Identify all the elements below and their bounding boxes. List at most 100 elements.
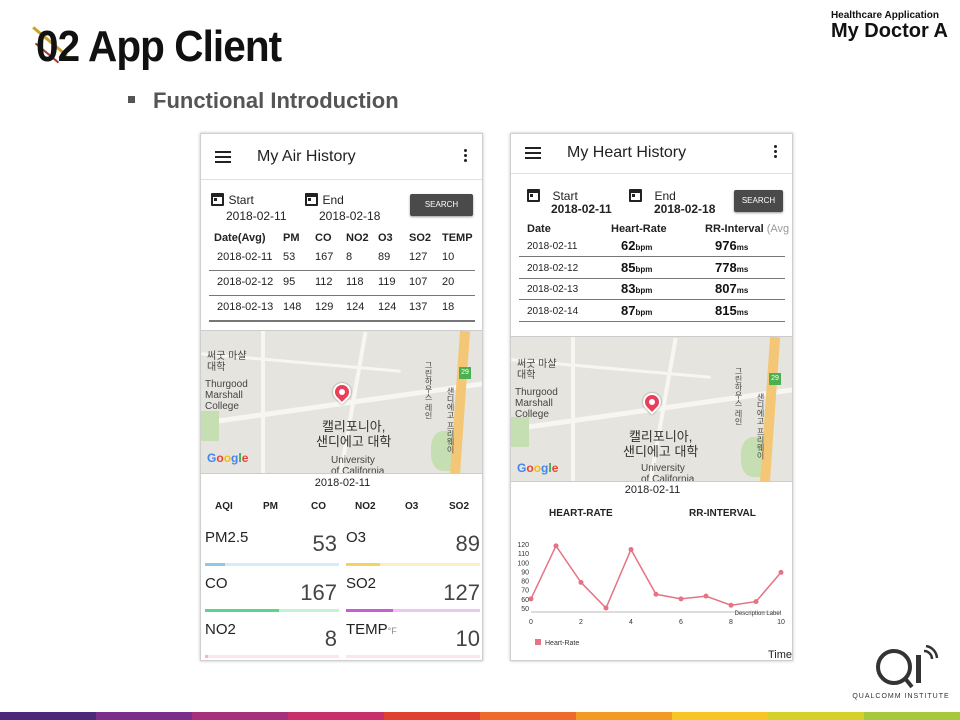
map-label: Thurgood Marshall College [205,379,248,412]
stripe-segment [0,712,96,720]
row-rr-interval: 778ms [715,259,749,275]
aqi-col-header[interactable]: O3 [405,501,418,512]
series-line-heart-rate [530,544,782,610]
end-date-value[interactable]: 2018-02-18 [319,209,380,223]
aqi-tile-so2[interactable]: SO2 127 [346,575,480,619]
tile-value: 167 [300,580,337,605]
data-point [603,605,609,611]
description-label: Description Label [735,611,781,617]
stripe-segment [768,712,864,720]
route-shield-icon: 29 [769,373,781,385]
row-divider [519,256,785,257]
menu-icon[interactable] [215,151,231,163]
stripe-segment [192,712,288,720]
data-point [553,543,559,549]
table-cell: 107 [409,276,428,288]
row-heart-rate: 83bpm [621,281,653,296]
table-cell: 112 [315,276,333,288]
tile-value: 53 [312,531,337,556]
y-tick-label: 50 [521,606,529,613]
y-tick-label: 110 [518,551,529,558]
x-tick-label: 10 [777,619,785,626]
aqi-col-header[interactable]: PM [263,501,278,512]
start-date-value[interactable]: 2018-02-11 [226,209,287,223]
air-col-header: Date(Avg) [214,232,266,244]
google-logo: Google [207,451,249,465]
aqi-tile-temp[interactable]: TEMP°F 10 [346,621,480,660]
table-row[interactable]: 2018-02-12 85bpm 778ms [511,259,792,280]
table-row[interactable]: 2018-02-13 83bpm 807ms [511,281,792,301]
tab-rr-interval[interactable]: RR-INTERVAL [689,508,756,519]
row-rr-interval: 976ms [715,238,749,253]
col-header-heart-rate: Heart-Rate [611,223,667,235]
data-point [628,546,634,552]
y-tick-label: 60 [521,597,529,604]
stripe-segment [288,712,384,720]
end-date-value[interactable]: 2018-02-18 [654,202,715,216]
row-divider [519,277,785,279]
table-cell: 2018-02-11 [217,251,273,263]
table-row[interactable]: 2018-02-11 62bpm 976ms [511,238,792,258]
y-tick-label: 100 [517,560,529,567]
stripe-segment [864,712,960,720]
tile-label: O3 [346,529,367,546]
heart-search-button[interactable]: SEARCH [734,190,783,212]
air-map[interactable]: 29 써굿 마샬 대학 Thurgood Marshall College 캘리… [201,330,482,474]
tile-label: TEMP°F [346,621,397,638]
tile-bar-track [205,563,339,566]
data-point [678,596,684,602]
google-logo: Google [517,461,559,475]
aqi-tile-co[interactable]: CO 167 [205,575,339,619]
aqi-tile-pm25[interactable]: PM2.5 53 [205,529,339,573]
table-cell: 137 [409,301,428,313]
aqi-tile-o3[interactable]: O3 89 [346,529,480,573]
more-vert-icon[interactable] [774,145,778,160]
table-row[interactable]: 2018-02-14 87bpm 815ms [511,303,792,323]
data-point [653,591,659,597]
row-date: 2018-02-12 [527,262,579,274]
heart-app-title: My Heart History [567,144,687,161]
heart-rate-chart[interactable]: 50 60 70 80 90 100 110 120 0 2 4 6 8 10 Heart-Rate Desc… [511,534,793,654]
aqi-col-header[interactable]: NO2 [355,501,376,512]
stripe-segment [96,712,192,720]
tile-label: NO2 [205,621,236,638]
air-search-button[interactable]: SEARCH [410,194,473,216]
table-cell: 119 [378,276,396,288]
table-cell: 53 [283,251,296,263]
aqi-col-header[interactable]: SO2 [449,501,469,512]
qi-logo-icon [876,644,939,689]
start-date-value[interactable]: 2018-02-11 [551,202,612,216]
tile-label: SO2 [346,575,377,592]
aqi-tile-no2[interactable]: NO2 8 [205,621,339,660]
tile-label: PM2.5 [205,529,249,546]
row-divider [209,270,475,271]
aqi-col-header[interactable]: AQI [215,501,233,512]
heart-map[interactable]: 29 써굿 마샬 대학 Thurgood Marshall College 캘리… [511,336,792,482]
tile-bar-fill [205,563,226,566]
menu-icon[interactable] [525,147,541,159]
tile-label: CO [205,575,228,592]
data-point [778,569,784,575]
x-tick-label: 6 [679,619,683,626]
air-history-screen: My Air History Start 2018-02-11 End 2018… [200,133,483,661]
x-tick-label: 4 [629,619,633,626]
tab-heart-rate[interactable]: HEART-RATE [549,508,613,519]
end-date-picker[interactable]: End [305,191,344,209]
tile-bar-fill [346,563,380,566]
table-cell: 118 [346,276,364,288]
legend-label: Heart-Rate [545,640,579,647]
route-shield-icon: 29 [459,367,471,379]
map-label: University of California [331,455,385,474]
y-tick-label: 70 [521,588,529,595]
calendar-icon [211,193,224,207]
aqi-col-header[interactable]: CO [311,501,326,512]
air-col-header: O3 [378,232,393,244]
row-heart-rate: 85bpm [621,259,653,275]
more-vert-icon[interactable] [464,149,468,164]
table-cell: 18 [442,301,455,313]
row-rr-interval: 807ms [715,281,749,296]
bullet-text: Functional Introduction [153,88,399,113]
x-tick-label: 0 [529,619,533,626]
start-date-picker[interactable]: Start [211,191,254,209]
end-label: End [654,189,676,203]
